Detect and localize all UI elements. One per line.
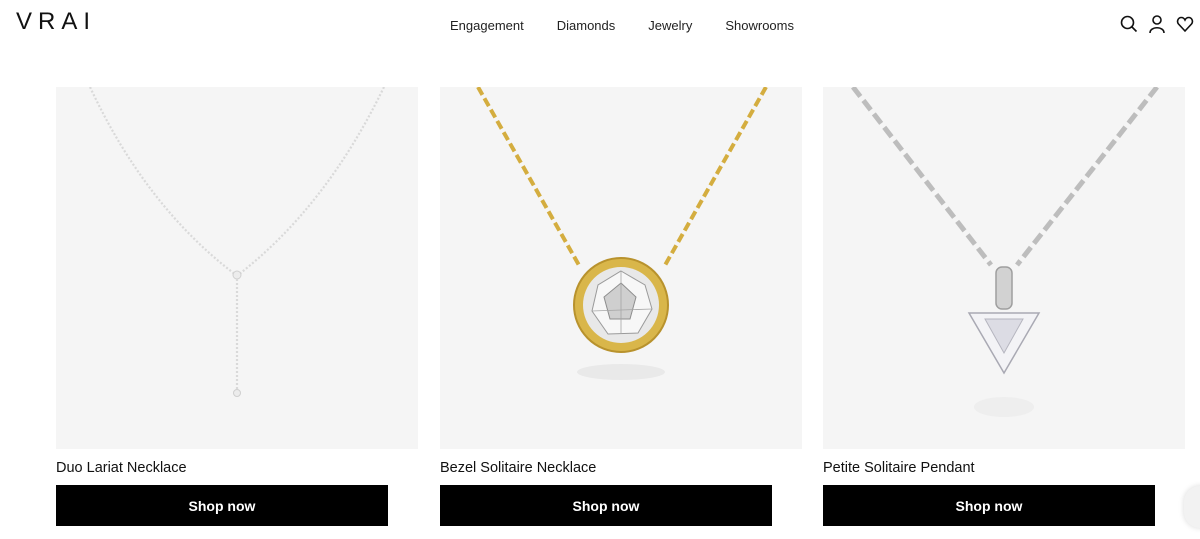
search-icon[interactable] [1120,14,1138,34]
page: VRAI Engagement Diamonds Jewelry Showroo… [0,0,1200,539]
header-icons [1120,14,1194,34]
chat-widget-button[interactable] [1184,486,1200,528]
product-card: Bezel Solitaire Necklace Shop now [440,87,802,526]
product-card: Duo Lariat Necklace Shop now [56,87,418,526]
main-nav: Engagement Diamonds Jewelry Showrooms [450,18,827,33]
nav-item-diamonds[interactable]: Diamonds [557,18,616,33]
shop-now-button[interactable]: Shop now [823,485,1155,526]
product-name[interactable]: Duo Lariat Necklace [56,459,418,477]
product-card: Petite Solitaire Pendant Shop now [823,87,1185,526]
product-name[interactable]: Bezel Solitaire Necklace [440,459,802,477]
nav-item-showrooms[interactable]: Showrooms [725,18,794,33]
account-icon[interactable] [1148,14,1166,34]
lariat-necklace-image[interactable] [56,87,418,449]
trillion-pendant-image[interactable] [823,87,1185,449]
shop-now-button[interactable]: Shop now [440,485,772,526]
heart-icon[interactable] [1176,14,1194,34]
product-name[interactable]: Petite Solitaire Pendant [823,459,1185,477]
nav-item-engagement[interactable]: Engagement [450,18,524,33]
shop-now-button[interactable]: Shop now [56,485,388,526]
nav-item-jewelry[interactable]: Jewelry [648,18,692,33]
site-header: VRAI Engagement Diamonds Jewelry Showroo… [0,0,1200,52]
bezel-solitaire-image[interactable] [440,87,802,449]
brand-logo[interactable]: VRAI [16,8,96,36]
